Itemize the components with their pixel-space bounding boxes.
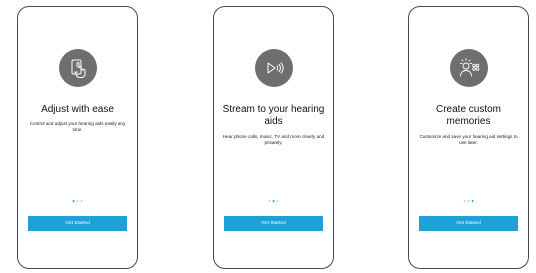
get-started-button[interactable]: Get Started	[28, 216, 127, 231]
page-dot[interactable]	[80, 200, 83, 202]
get-started-button[interactable]: Get Started	[419, 216, 518, 231]
screen-description: Hear phone calls, music, TV and more cle…	[222, 134, 325, 146]
page-indicator	[72, 200, 83, 202]
page-indicator	[463, 200, 474, 202]
page-dot[interactable]	[76, 200, 79, 202]
page-dot[interactable]	[463, 200, 466, 202]
onboarding-screens: Adjust with ease Control and adjust your…	[0, 0, 536, 273]
page-dot[interactable]	[276, 200, 279, 202]
page-dot-active[interactable]	[72, 200, 75, 202]
get-started-button[interactable]: Get Started	[224, 216, 323, 231]
screen-description: Control and adjust your hearing aids eas…	[29, 121, 126, 133]
screen-title: Create custom memories	[435, 104, 502, 127]
stream-play-icon	[254, 49, 293, 87]
page-dot[interactable]	[467, 200, 470, 202]
phone-frame-memories: Create custom memories Customize and sav…	[408, 6, 529, 269]
page-dot-active[interactable]	[272, 200, 275, 202]
page-dot[interactable]	[268, 200, 271, 202]
screen-title: Stream to your hearing aids	[222, 104, 325, 127]
screen-description: Customize and save your hearing aid sett…	[419, 134, 518, 146]
phone-frame-adjust: Adjust with ease Control and adjust your…	[17, 6, 138, 269]
screen-title: Adjust with ease	[41, 104, 114, 115]
custom-memories-icon	[449, 49, 488, 87]
hand-tap-phone-icon	[58, 49, 97, 87]
phone-frame-stream: Stream to your hearing aids Hear phone c…	[213, 6, 334, 269]
page-dot-active[interactable]	[471, 200, 474, 202]
page-indicator	[268, 200, 279, 202]
